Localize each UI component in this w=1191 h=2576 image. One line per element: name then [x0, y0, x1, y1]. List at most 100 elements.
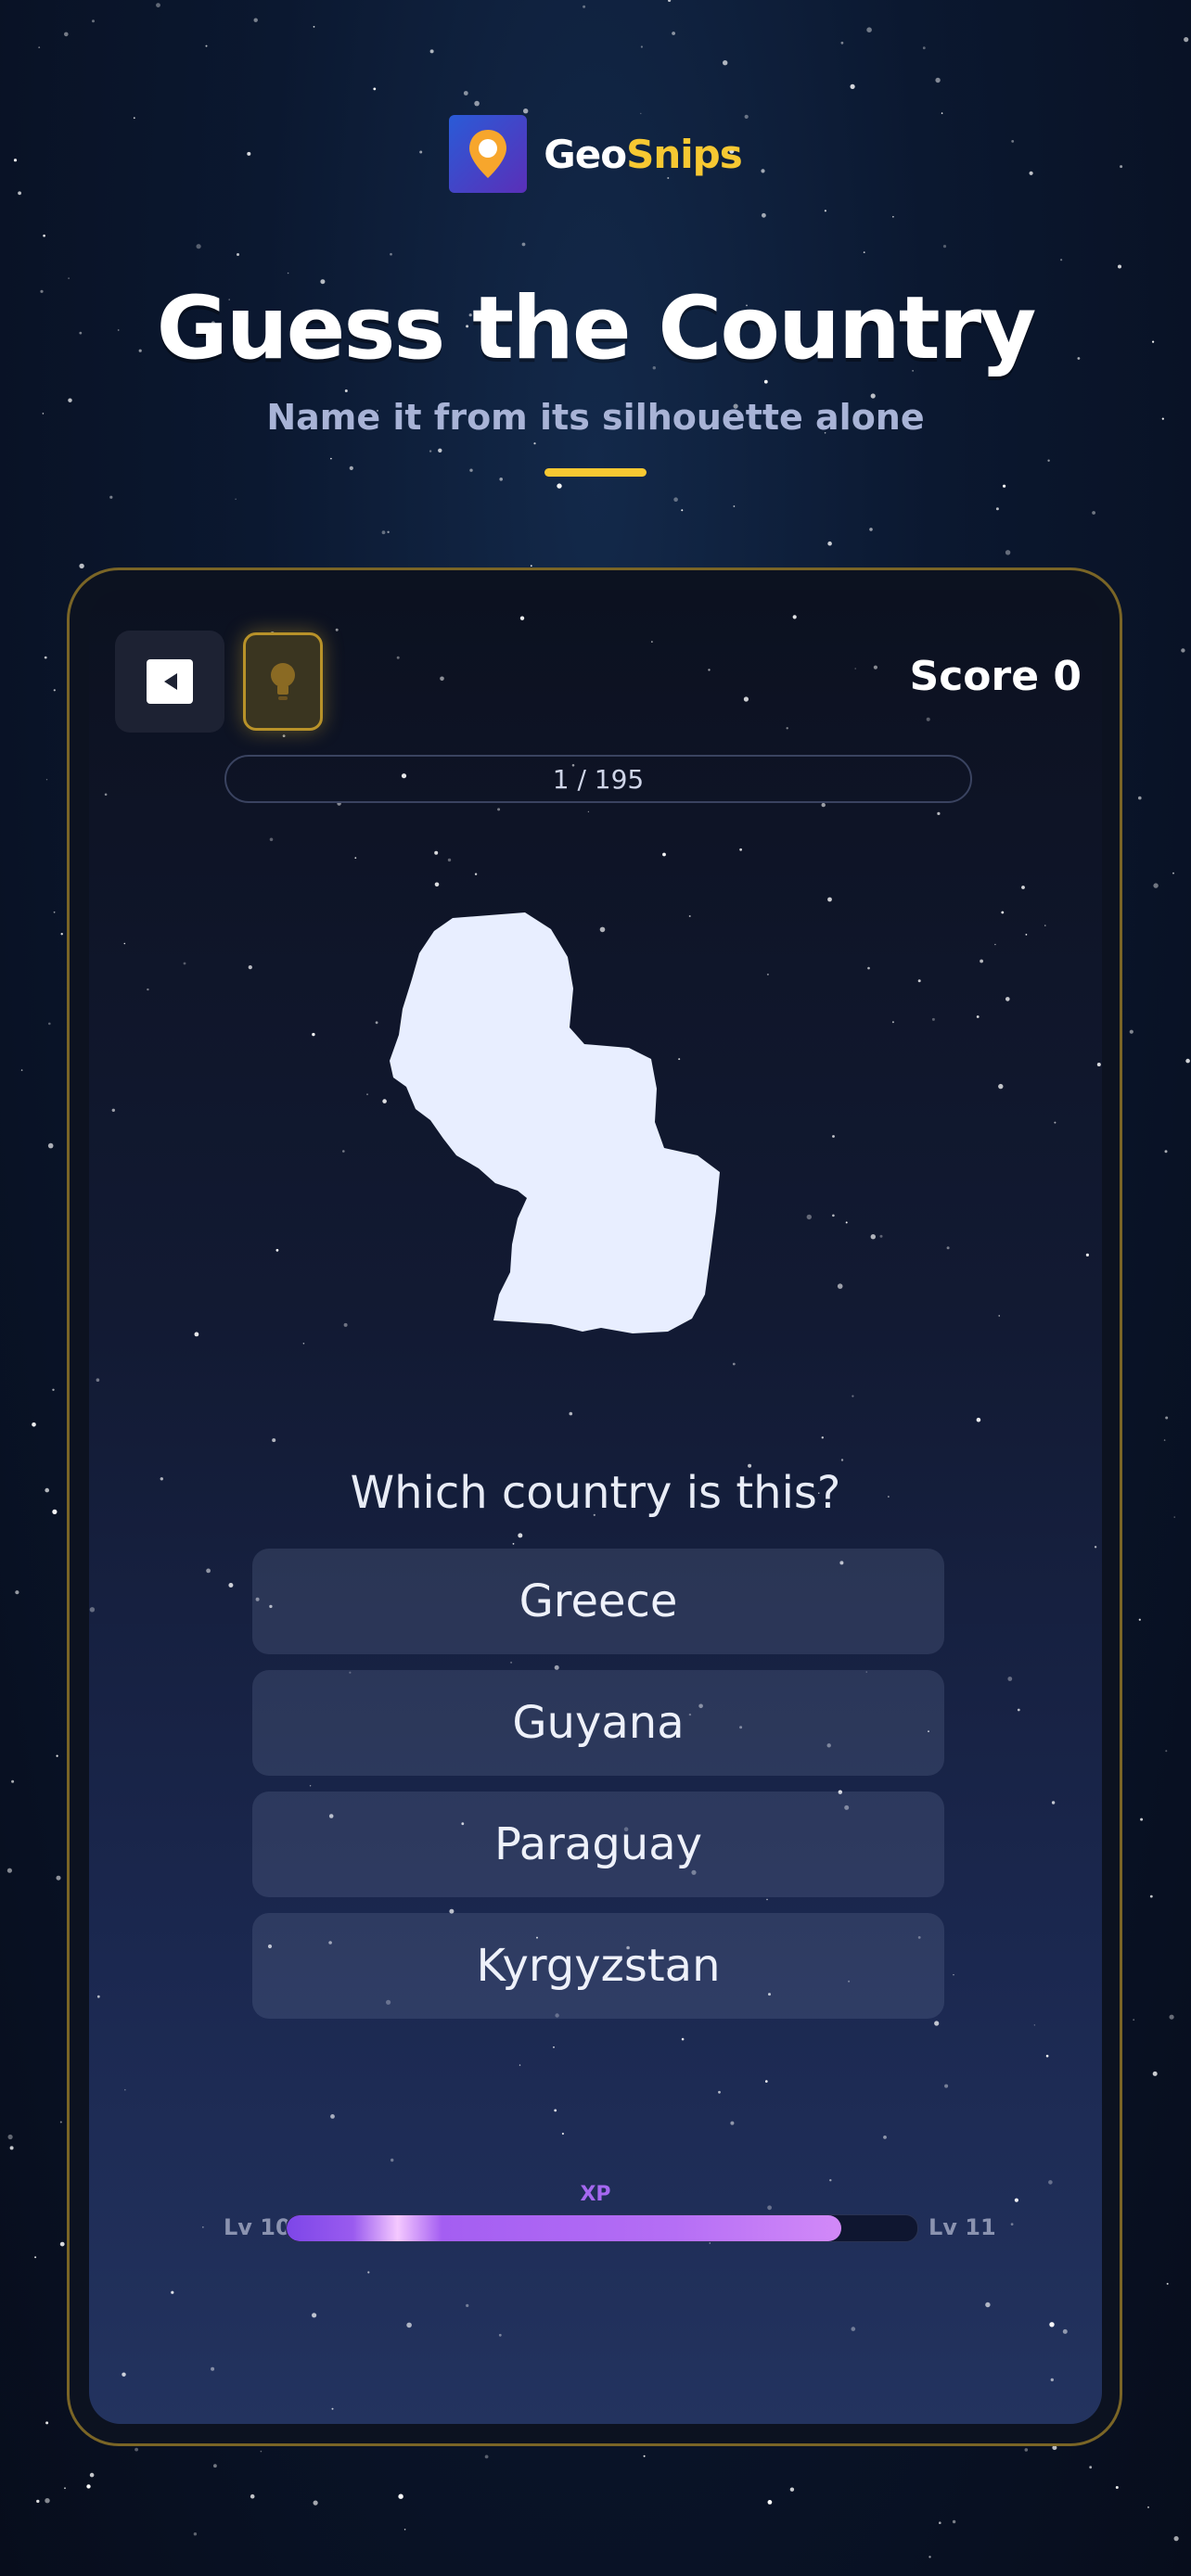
answer-option[interactable]: Guyana	[252, 1670, 944, 1776]
star	[681, 2037, 685, 2041]
star	[497, 808, 501, 811]
star	[34, 2256, 37, 2259]
star	[237, 253, 239, 256]
star	[44, 656, 47, 659]
star	[354, 857, 357, 860]
star	[53, 911, 56, 913]
star	[1049, 2322, 1055, 2327]
star	[287, 272, 289, 274]
page-title: Guess the Country	[156, 278, 1037, 379]
star	[1062, 2328, 1068, 2334]
star	[1054, 1121, 1057, 1124]
lightbulb-icon	[271, 663, 295, 700]
star	[64, 32, 69, 37]
star	[38, 46, 41, 48]
star	[928, 2556, 931, 2558]
answer-option[interactable]: Greece	[252, 1549, 944, 1654]
star	[786, 727, 788, 730]
star	[335, 628, 339, 631]
star	[1165, 1416, 1169, 1420]
star	[824, 210, 827, 212]
star	[92, 19, 95, 23]
star	[1003, 484, 1006, 488]
star	[79, 563, 84, 569]
star	[569, 1411, 573, 1416]
star	[832, 1135, 835, 1138]
star	[869, 528, 873, 531]
star	[985, 2302, 991, 2308]
star	[1085, 1253, 1089, 1256]
star	[1025, 934, 1028, 936]
star	[583, 5, 586, 8]
star	[447, 858, 452, 862]
star	[1129, 1029, 1133, 1034]
answer-option[interactable]: Kyrgyzstan	[252, 1913, 944, 2019]
star	[840, 1459, 844, 1461]
star	[998, 1315, 1000, 1317]
star	[15, 1590, 19, 1595]
star	[939, 2521, 941, 2524]
star	[253, 18, 258, 22]
game-screen: Score 0 1 / 195 Which country is this? G…	[89, 590, 1102, 2424]
star	[1173, 1516, 1175, 1518]
star	[124, 2088, 126, 2091]
star	[512, 1543, 515, 1545]
star	[1133, 2019, 1135, 2021]
star	[406, 2322, 412, 2328]
star	[309, 1785, 312, 1787]
star	[122, 2372, 126, 2377]
star	[381, 530, 386, 535]
star	[498, 2333, 502, 2337]
star	[1001, 911, 1005, 914]
star	[313, 2500, 318, 2506]
star	[463, 91, 468, 96]
hint-button[interactable]	[243, 632, 323, 731]
star	[827, 897, 832, 902]
star	[235, 498, 237, 500]
star	[53, 689, 56, 692]
star	[1165, 1750, 1168, 1753]
star	[1045, 2054, 1049, 2058]
star	[440, 676, 444, 682]
star	[821, 1436, 824, 1439]
star	[469, 468, 473, 472]
star	[1184, 37, 1189, 43]
star	[640, 45, 644, 48]
star	[840, 41, 844, 45]
star	[1017, 1708, 1020, 1712]
star	[941, 112, 943, 114]
star	[89, 2472, 95, 2478]
star	[342, 1150, 345, 1153]
star	[533, 442, 536, 445]
star	[867, 966, 870, 970]
star	[852, 1395, 854, 1397]
star	[429, 49, 434, 54]
star	[1185, 1058, 1190, 1064]
question-progress: 1 / 195	[224, 755, 972, 803]
star	[474, 100, 480, 107]
next-level: Lv 11	[928, 2214, 996, 2240]
star	[9, 2146, 14, 2150]
score-display: Score 0	[909, 653, 1082, 700]
star	[193, 2532, 198, 2536]
answer-option[interactable]: Paraguay	[252, 1792, 944, 1897]
star	[272, 1438, 276, 1443]
star	[434, 882, 440, 887]
map-pin-globe-icon	[449, 115, 528, 193]
star	[523, 108, 529, 114]
star	[723, 60, 728, 66]
star	[767, 2205, 772, 2211]
star	[1047, 459, 1050, 462]
star	[1033, 2024, 1035, 2026]
star	[403, 2529, 406, 2531]
star	[792, 615, 797, 619]
star	[349, 465, 353, 470]
star	[668, 0, 672, 2]
back-button[interactable]	[115, 631, 224, 733]
star	[821, 802, 826, 808]
star	[48, 1022, 51, 1026]
star	[282, 734, 286, 737]
star	[1173, 2536, 1179, 2542]
star	[302, 1343, 305, 1345]
star	[561, 2132, 564, 2136]
